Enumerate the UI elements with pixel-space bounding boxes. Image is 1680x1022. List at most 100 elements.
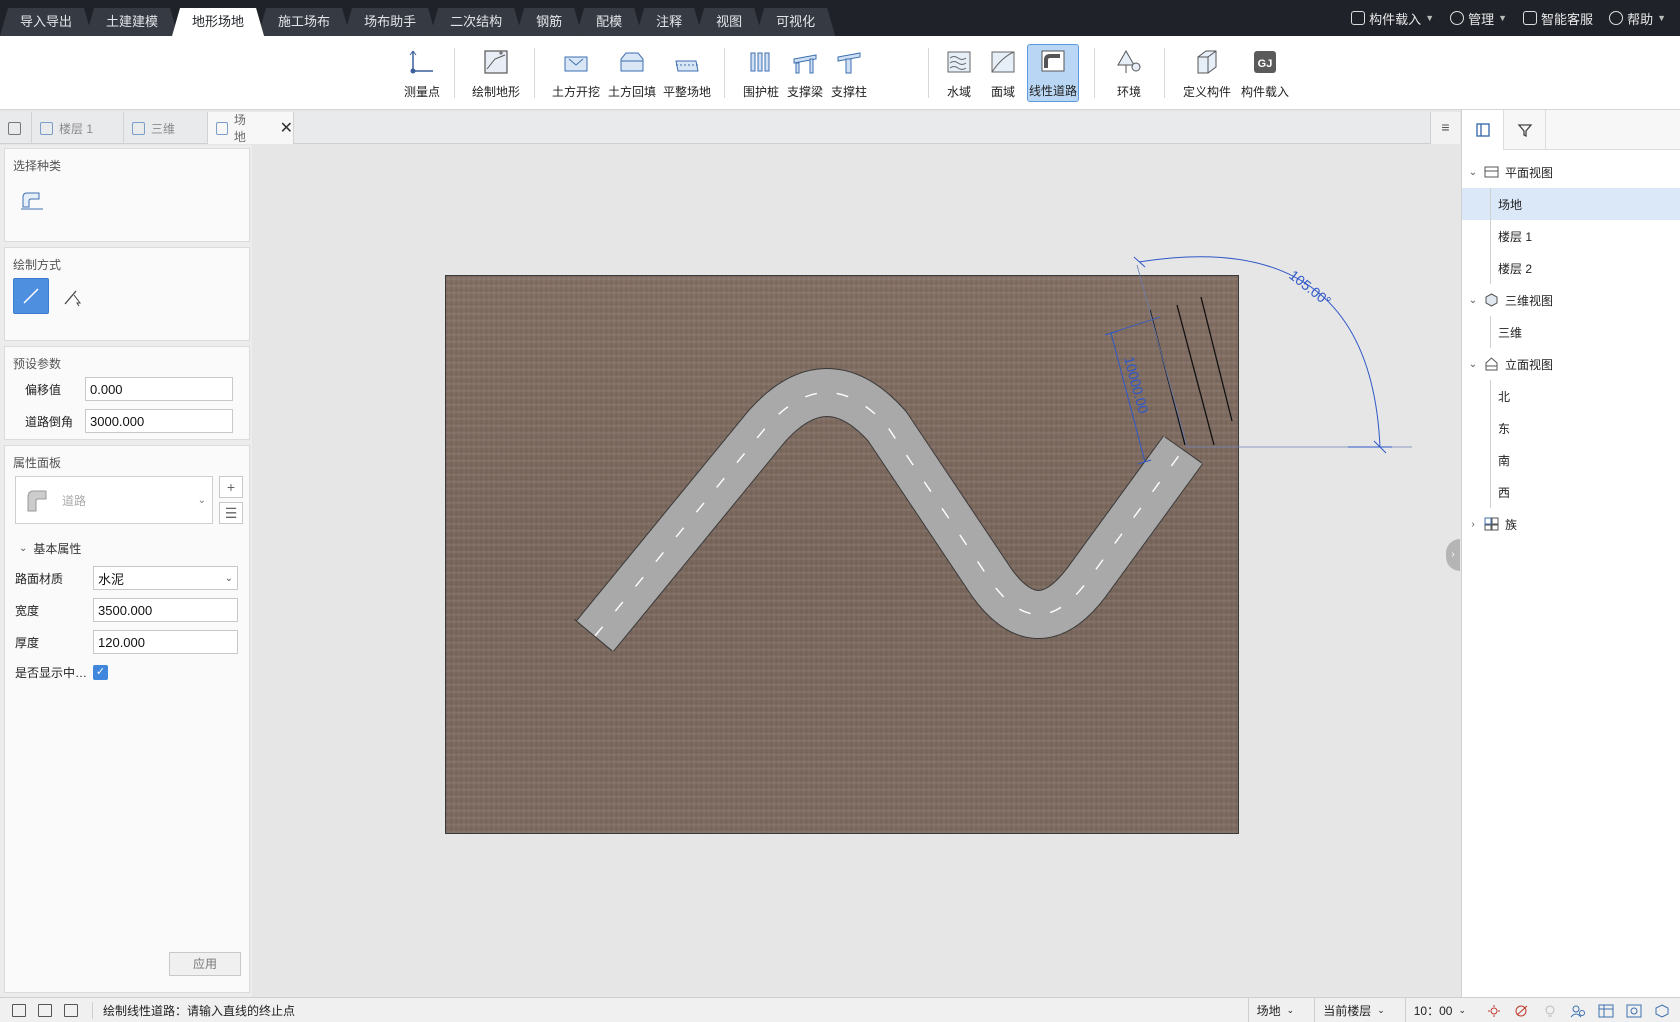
- backfill-button[interactable]: 土方回填: [606, 44, 658, 102]
- tab-site[interactable]: 场地 ✕: [208, 112, 294, 144]
- tab-floor-1[interactable]: 楼层 1: [32, 112, 124, 144]
- edit-type-button[interactable]: ☰: [219, 502, 243, 524]
- menu-tab-6[interactable]: 钢筋: [516, 8, 582, 36]
- draw-terrain-button[interactable]: 绘制地形: [468, 44, 524, 102]
- component-type-select[interactable]: 道路 ⌄: [15, 476, 213, 524]
- width-label: 宽度: [15, 603, 40, 618]
- apply-button[interactable]: 应用: [169, 952, 241, 976]
- thickness-input[interactable]: [93, 630, 238, 654]
- tree-item-north[interactable]: 北: [1462, 380, 1680, 412]
- drawing-canvas[interactable]: 10000.00 105.00° ›: [252, 145, 1460, 997]
- ribbon-divider: [454, 48, 455, 98]
- support-beam-button[interactable]: 支撑梁: [784, 44, 826, 102]
- excavation-icon: [564, 56, 588, 72]
- site-dropdown[interactable]: 场地 ⌄: [1247, 998, 1303, 1022]
- tree-3d-view[interactable]: ⌄ 三维视图: [1462, 284, 1680, 316]
- menu-tab-4[interactable]: 场布助手: [344, 8, 436, 36]
- define-component-button[interactable]: 定义构件: [1180, 44, 1234, 102]
- draw-pick-button[interactable]: [55, 278, 91, 314]
- line-icon: [23, 288, 39, 304]
- material-select[interactable]: 水泥 ⌄: [93, 566, 238, 590]
- floor-dropdown[interactable]: 当前楼层 ⌄: [1314, 998, 1393, 1022]
- environment-button[interactable]: 环境: [1110, 44, 1148, 102]
- smart-service-button[interactable]: 智能客服: [1523, 9, 1593, 28]
- show-center-checkbox[interactable]: ✓: [93, 665, 108, 680]
- add-type-button[interactable]: +: [219, 476, 243, 498]
- component-load-button[interactable]: GJ 构件载入: [1238, 44, 1292, 102]
- tab-3d[interactable]: 三维: [124, 112, 208, 144]
- hamburger-menu-button[interactable]: ≡: [1430, 112, 1460, 144]
- filter-button[interactable]: [1504, 110, 1546, 150]
- grid-icon[interactable]: [12, 1003, 26, 1017]
- excavation-button[interactable]: 土方开挖: [550, 44, 602, 102]
- surface-area-button[interactable]: 面域: [984, 44, 1022, 102]
- lightbulb-icon[interactable]: [1542, 1004, 1558, 1018]
- offset-input[interactable]: [85, 377, 233, 401]
- tree-elevation-view[interactable]: ⌄ 立面视图: [1462, 348, 1680, 380]
- tree-item-east[interactable]: 东: [1462, 412, 1680, 444]
- menu-tab-3[interactable]: 施工场布: [258, 8, 350, 36]
- tab-3d-label: 三维: [151, 121, 176, 136]
- tab-list-button[interactable]: [0, 112, 32, 144]
- sun-icon[interactable]: [1486, 1004, 1502, 1018]
- chevron-down-icon: ▼: [1425, 13, 1435, 23]
- tree-item-floor-2[interactable]: 楼层 2: [1462, 252, 1680, 284]
- tree-item-west[interactable]: 西: [1462, 476, 1680, 508]
- tree-family[interactable]: › 族: [1462, 508, 1680, 540]
- family-label: 族: [1505, 517, 1518, 532]
- tab-floor-1-label: 楼层 1: [59, 121, 94, 136]
- zoom-fit-icon[interactable]: [1626, 1004, 1642, 1018]
- menu-tab-9[interactable]: 视图: [696, 8, 762, 36]
- top-menu-bar: 导入导出 土建建模 地形场地 施工场布 场布助手 二次结构 钢筋 配模 注释 视图 可视化 构件载入…: [0, 0, 1680, 36]
- grid-table-icon[interactable]: [1598, 1004, 1614, 1018]
- gj-component-icon: GJ: [1254, 51, 1276, 73]
- preset-params-card: 预设参数 偏移值 道路倒角: [4, 346, 250, 440]
- basic-props-header[interactable]: ⌄ 基本属性: [19, 540, 81, 557]
- tree-item-south[interactable]: 南: [1462, 444, 1680, 476]
- linear-road-button[interactable]: 线性道路: [1027, 44, 1079, 102]
- offset-label: 偏移值: [25, 382, 62, 397]
- level-site-button[interactable]: 平整场地: [661, 44, 713, 102]
- chevron-down-icon: ⌄: [1458, 1005, 1466, 1015]
- menu-tab-10[interactable]: 可视化: [756, 8, 835, 36]
- measure-point-button[interactable]: 测量点: [400, 44, 444, 102]
- menu-tab-0[interactable]: 导入导出: [0, 8, 92, 36]
- tree-plan-view[interactable]: ⌄ 平面视图: [1462, 156, 1680, 188]
- show-center-row: 是否显示中… ✓: [15, 664, 108, 681]
- surface-area-label: 面域: [990, 85, 1015, 99]
- road-type-icon[interactable]: [19, 187, 45, 213]
- draw-mode-card: 绘制方式: [4, 247, 250, 341]
- close-icon[interactable]: ✕: [280, 118, 293, 138]
- width-input[interactable]: [93, 598, 238, 622]
- top-right-tools: 构件载入 ▼ 管理 ▼ 智能客服 帮助 ▼: [1351, 0, 1666, 36]
- road-chamfer-input[interactable]: [85, 409, 233, 433]
- tree-item-site[interactable]: 场地: [1462, 188, 1680, 220]
- multi-view-icon[interactable]: [64, 1003, 78, 1017]
- tree-item-3d[interactable]: 三维: [1462, 316, 1680, 348]
- menu-tab-2[interactable]: 地形场地: [172, 8, 264, 36]
- water-area-button[interactable]: 水域: [940, 44, 978, 102]
- basic-props-label: 基本属性: [33, 542, 82, 556]
- manage-menu[interactable]: 管理 ▼: [1450, 9, 1507, 28]
- retaining-pile-button[interactable]: 围护桩: [740, 44, 782, 102]
- menu-tab-1[interactable]: 土建建模: [86, 8, 178, 36]
- scale-dropdown[interactable]: 10：00 ⌄: [1404, 998, 1474, 1022]
- load-component-menu[interactable]: 构件载入 ▼: [1351, 9, 1434, 28]
- chevron-down-icon: ⌄: [1468, 166, 1478, 178]
- road-overlay: 10000.00 105.00°: [573, 256, 1412, 652]
- layout-icon[interactable]: [38, 1003, 52, 1017]
- support-column-button[interactable]: 支撑柱: [828, 44, 870, 102]
- tree-item-label: 南: [1498, 453, 1511, 468]
- chevron-down-icon: ⌄: [1468, 358, 1478, 370]
- cube-view-icon[interactable]: [1654, 1003, 1670, 1018]
- help-menu[interactable]: 帮助 ▼: [1609, 9, 1666, 28]
- menu-tab-8[interactable]: 注释: [636, 8, 702, 36]
- draw-line-button[interactable]: [13, 278, 49, 314]
- menu-tab-7[interactable]: 配模: [576, 8, 642, 36]
- menu-tab-5[interactable]: 二次结构: [430, 8, 522, 36]
- tree-item-floor-1[interactable]: 楼层 1: [1462, 220, 1680, 252]
- people-icon[interactable]: [1570, 1004, 1586, 1018]
- hide-icon[interactable]: [1514, 1004, 1530, 1018]
- material-row: 路面材质 水泥 ⌄: [15, 566, 238, 590]
- browser-toggle-button[interactable]: [1462, 110, 1504, 150]
